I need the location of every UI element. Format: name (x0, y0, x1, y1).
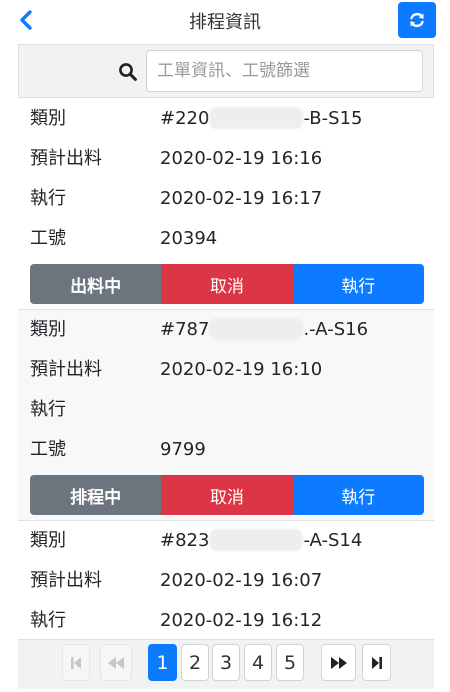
category-label: 類別 (30, 108, 66, 129)
executed-value: 2020-02-19 16:12 (160, 610, 323, 631)
action-button-group: 排程中 取消 執行 (30, 475, 424, 515)
search-icon (119, 63, 137, 81)
category-row: 類別 #823 -A-S14 (18, 521, 434, 561)
category-row: 類別 #787 .-A-S16 (18, 310, 434, 350)
page-title: 排程資訊 (189, 12, 261, 33)
redacted-block (209, 528, 304, 551)
page-button-3[interactable]: 3 (212, 644, 240, 681)
executed-row: 執行 2020-02-19 16:12 (18, 601, 434, 639)
page-button-4[interactable]: 4 (244, 644, 272, 681)
worker-id-value: 20394 (160, 228, 218, 249)
page-button-1[interactable]: 1 (148, 644, 177, 681)
schedule-card: 類別 #787 .-A-S16 預計出料 2020-02-19 16:10 執行 … (18, 310, 434, 521)
status-button[interactable]: 出料中 (30, 264, 162, 304)
execute-button[interactable]: 執行 (292, 264, 424, 304)
worker-id-label: 工號 (30, 439, 66, 460)
planned-row: 預計出料 2020-02-19 16:16 (18, 139, 434, 179)
search-input[interactable] (146, 50, 423, 92)
category-row: 類別 #220 -B-S15 (18, 99, 434, 139)
planned-label: 預計出料 (30, 570, 102, 591)
cancel-button[interactable]: 取消 (161, 264, 293, 304)
planned-value: 2020-02-19 16:16 (160, 148, 323, 169)
back-button[interactable] (14, 8, 38, 32)
last-page-button[interactable] (362, 644, 391, 681)
worker-id-value: 9799 (160, 439, 206, 460)
executed-label: 執行 (30, 188, 66, 209)
executed-value: 2020-02-19 16:17 (160, 188, 323, 209)
first-page-button[interactable] (62, 644, 90, 681)
category-label: 類別 (30, 319, 66, 340)
next-page-button[interactable] (321, 644, 356, 681)
category-value: #823 -A-S14 (160, 528, 363, 551)
search-bar (18, 44, 434, 98)
schedule-card: 類別 #220 -B-S15 預計出料 2020-02-19 16:16 執行 2… (18, 99, 434, 310)
refresh-button[interactable] (398, 2, 436, 38)
last-page-icon (371, 656, 382, 669)
executed-row: 執行 2020-02-19 16:17 (18, 179, 434, 219)
category-value: #787 .-A-S16 (160, 317, 369, 340)
category-value: #220 -B-S15 (160, 106, 363, 129)
first-page-icon (71, 656, 81, 669)
executed-row: 執行 (18, 390, 434, 430)
page-button-5[interactable]: 5 (276, 644, 304, 681)
planned-label: 預計出料 (30, 148, 102, 169)
header-bar: 排程資訊 (0, 0, 450, 40)
planned-label: 預計出料 (30, 359, 102, 380)
pagination: 1 2 3 4 5 (18, 639, 434, 689)
worker-id-row: 工號 20394 (18, 219, 434, 259)
planned-row: 預計出料 2020-02-19 16:10 (18, 350, 434, 390)
refresh-icon (410, 12, 424, 28)
planned-value: 2020-02-19 16:10 (160, 359, 323, 380)
action-button-group: 出料中 取消 執行 (30, 264, 424, 304)
schedule-card: 類別 #823 -A-S14 預計出料 2020-02-19 16:07 執行 2… (18, 521, 434, 639)
prev-page-icon (108, 656, 124, 669)
category-label: 類別 (30, 530, 66, 551)
executed-label: 執行 (30, 610, 66, 631)
executed-label: 執行 (30, 399, 66, 420)
execute-button[interactable]: 執行 (292, 475, 424, 515)
next-page-icon (330, 656, 347, 669)
page-button-2[interactable]: 2 (181, 644, 209, 681)
chevron-left-icon (20, 10, 32, 30)
planned-row: 預計出料 2020-02-19 16:07 (18, 561, 434, 601)
redacted-block (209, 317, 304, 340)
status-button[interactable]: 排程中 (30, 475, 162, 515)
prev-page-button[interactable] (100, 644, 132, 681)
redacted-block (209, 106, 304, 129)
cancel-button[interactable]: 取消 (161, 475, 293, 515)
worker-id-row: 工號 9799 (18, 430, 434, 470)
planned-value: 2020-02-19 16:07 (160, 570, 323, 591)
worker-id-label: 工號 (30, 228, 66, 249)
schedule-list: 類別 #220 -B-S15 預計出料 2020-02-19 16:16 執行 2… (18, 99, 434, 639)
